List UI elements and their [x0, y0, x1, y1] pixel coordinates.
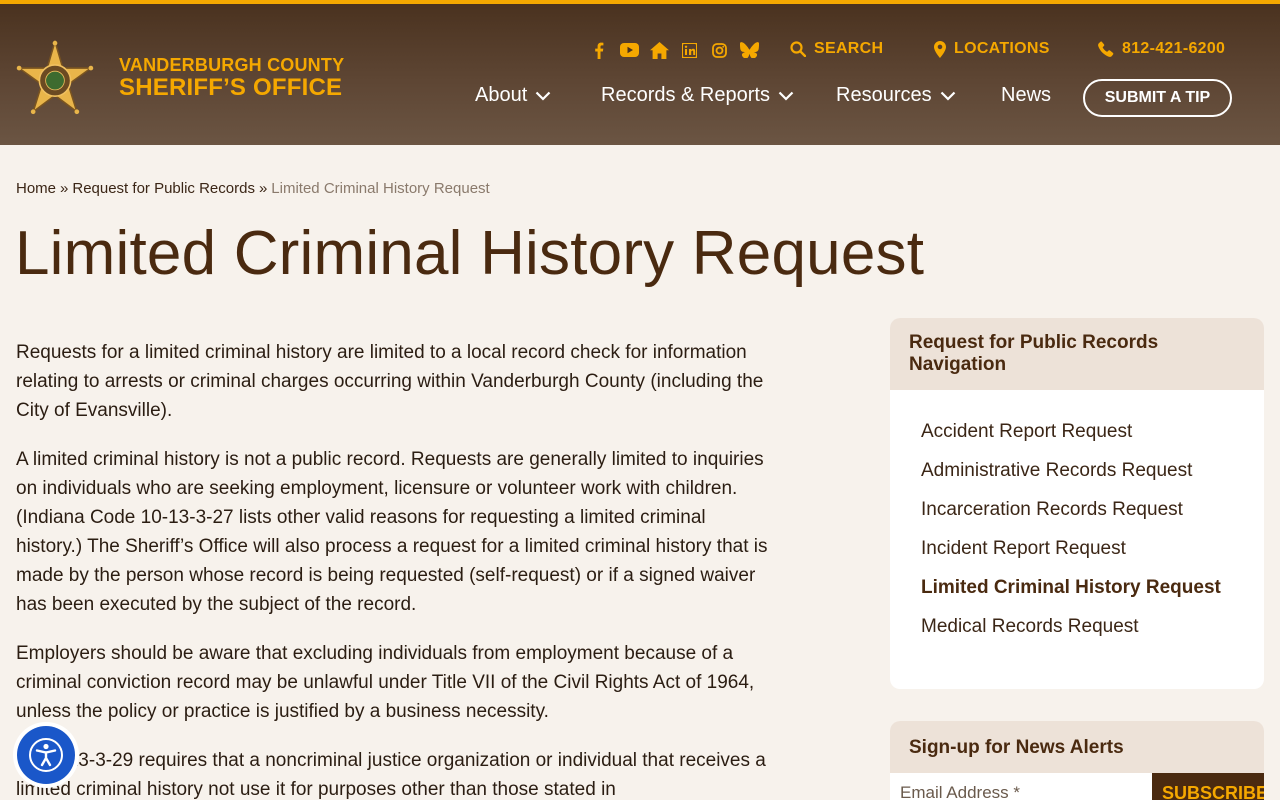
- records-navigation-card: Request for Public Records Navigation Ac…: [890, 318, 1264, 689]
- site-header: VANDERBURGH COUNTY SHERIFF’S OFFICE SEAR…: [0, 0, 1280, 145]
- phone-link[interactable]: 812-421-6200: [1098, 40, 1225, 58]
- accessibility-button[interactable]: [13, 722, 79, 788]
- nav-news[interactable]: News: [1001, 84, 1051, 107]
- email-field[interactable]: [890, 773, 1152, 800]
- paragraph-ic-code: IC 10-13-3-29 requires that a noncrimina…: [16, 750, 766, 800]
- breadcrumb-separator: »: [60, 180, 69, 197]
- sidebar-item-incarceration-records[interactable]: Incarceration Records Request: [921, 496, 1264, 535]
- sidebar-item-incident-report[interactable]: Incident Report Request: [921, 535, 1264, 574]
- breadcrumb-separator: »: [258, 180, 268, 197]
- search-icon: [790, 41, 806, 57]
- breadcrumb-parent[interactable]: Request for Public Records: [72, 180, 255, 197]
- sidebar-item-administrative-records[interactable]: Administrative Records Request: [921, 457, 1264, 496]
- paragraph-intro: Requests for a limited criminal history …: [16, 342, 764, 421]
- social-links: [584, 37, 764, 63]
- breadcrumb-home[interactable]: Home: [16, 180, 56, 197]
- phone-icon: [1098, 41, 1114, 57]
- linkedin-icon[interactable]: [674, 38, 704, 62]
- facebook-icon[interactable]: [584, 38, 614, 62]
- chevron-down-icon: [940, 91, 955, 101]
- sidebar-item-medical-records[interactable]: Medical Records Request: [921, 613, 1264, 652]
- nav-news-label: News: [1001, 84, 1052, 106]
- youtube-icon[interactable]: [614, 38, 644, 62]
- nav-resources[interactable]: Resources: [836, 84, 956, 107]
- sidebar-item-accident-report[interactable]: Accident Report Request: [921, 418, 1264, 457]
- news-alerts-card: Sign-up for News Alerts SUBSCRIBE: [890, 721, 1264, 800]
- brand-line-2: SHERIFF’S OFFICE: [119, 74, 343, 101]
- chevron-down-icon: [535, 91, 551, 101]
- records-navigation-list: Accident Report Request Administrative R…: [890, 390, 1264, 652]
- sidebar-item-limited-criminal-history[interactable]: Limited Criminal History Request: [921, 574, 1264, 613]
- search-label: SEARCH: [814, 40, 884, 57]
- breadcrumb: Home» Request for Public Records» Limited …: [16, 180, 490, 197]
- locations-link[interactable]: LOCATIONS: [934, 40, 1050, 58]
- breadcrumb-current: Limited Criminal History Request: [271, 180, 490, 197]
- instagram-icon[interactable]: [704, 38, 734, 62]
- chevron-down-icon: [778, 91, 794, 101]
- sheriff-star-logo[interactable]: [14, 40, 96, 118]
- brand-line-1: VANDERBURGH COUNTY: [119, 55, 345, 75]
- site-brand[interactable]: VANDERBURGH COUNTY SHERIFF’S OFFICE: [119, 56, 344, 100]
- phone-number: 812-421-6200: [1122, 40, 1226, 57]
- home-icon[interactable]: [644, 38, 674, 62]
- subscribe-button[interactable]: SUBSCRIBE: [1152, 773, 1264, 800]
- news-alerts-form: SUBSCRIBE: [890, 773, 1264, 800]
- map-pin-icon: [934, 40, 946, 58]
- locations-label: LOCATIONS: [954, 40, 1050, 57]
- accessibility-icon: [29, 738, 63, 772]
- nav-about[interactable]: About: [475, 84, 551, 107]
- accessibility-button-inner: [17, 726, 75, 784]
- news-alerts-title: Sign-up for News Alerts: [890, 721, 1264, 773]
- main-content: Requests for a limited criminal history …: [16, 338, 768, 800]
- bluesky-icon[interactable]: [734, 38, 764, 62]
- nav-about-label: About: [475, 84, 528, 106]
- search-link[interactable]: SEARCH: [790, 40, 883, 58]
- submit-tip-button[interactable]: SUBMIT A TIP: [1083, 79, 1232, 117]
- page-title: Limited Criminal History Request: [15, 219, 925, 288]
- paragraph-employers: Employers should be aware that excluding…: [16, 643, 755, 722]
- nav-records-label: Records & Reports: [601, 84, 770, 106]
- records-navigation-title: Request for Public Records Navigation: [890, 318, 1264, 390]
- nav-records-reports[interactable]: Records & Reports: [601, 84, 794, 107]
- paragraph-not-public: A limited criminal history is not a publ…: [16, 449, 768, 615]
- nav-resources-label: Resources: [836, 84, 932, 106]
